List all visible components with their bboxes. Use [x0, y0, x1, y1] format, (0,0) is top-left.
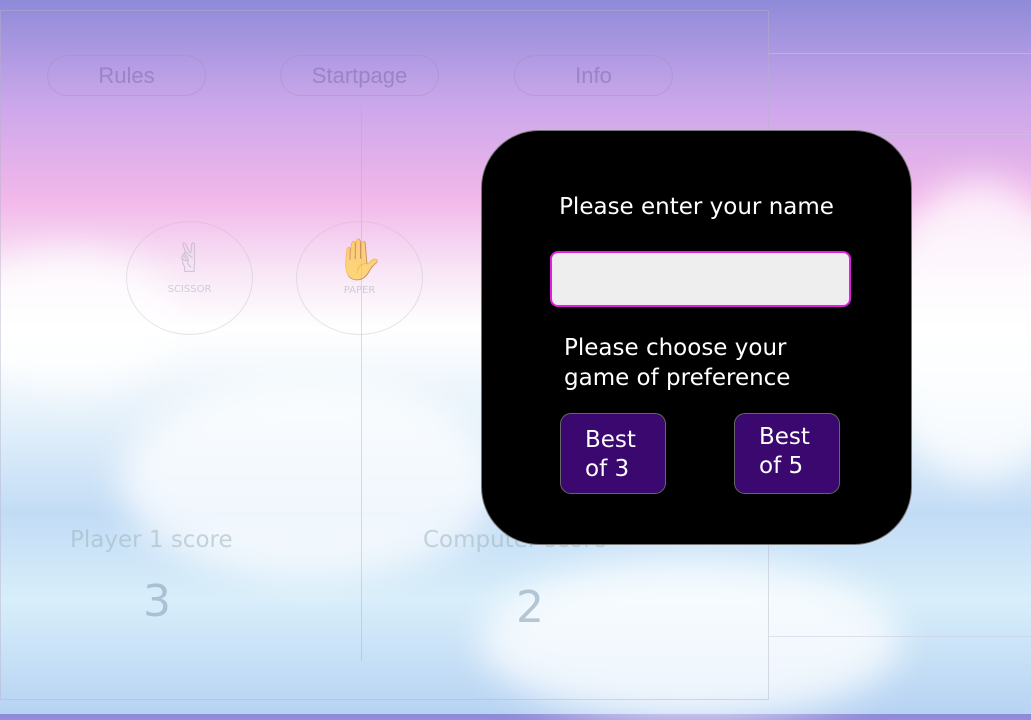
name-input[interactable] — [550, 251, 851, 307]
startpage-button[interactable]: Startpage — [280, 55, 439, 96]
best-of-5-button[interactable]: Best of 5 — [734, 413, 840, 494]
game-prompt-line1: Please choose your — [564, 335, 787, 361]
computer-score-value: 2 — [516, 582, 544, 633]
divider — [361, 105, 362, 661]
info-button[interactable]: Info — [514, 55, 673, 96]
player-score-label: Player 1 score — [70, 527, 233, 553]
best-of-3-button[interactable]: Best of 3 — [560, 413, 666, 494]
game-prompt-line2: game of preference — [564, 365, 791, 391]
paper-label: PAPER — [343, 285, 376, 296]
game-prompt: Please choose your game of preference — [564, 333, 844, 393]
paper-hand-icon: ✋ — [334, 237, 385, 283]
setup-modal: Please enter your name Please choose you… — [481, 130, 912, 545]
scissor-hand-icon: ✌ — [172, 236, 207, 282]
side-panel — [769, 53, 1031, 135]
scissor-label: SCISSOR — [167, 284, 212, 295]
scissor-choice[interactable]: ✌ SCISSOR — [126, 221, 253, 335]
side-divider — [769, 636, 1031, 637]
name-prompt: Please enter your name — [559, 194, 834, 220]
rules-button[interactable]: Rules — [47, 55, 206, 96]
player-score-value: 3 — [143, 576, 171, 627]
paper-choice[interactable]: ✋ PAPER — [296, 221, 423, 335]
